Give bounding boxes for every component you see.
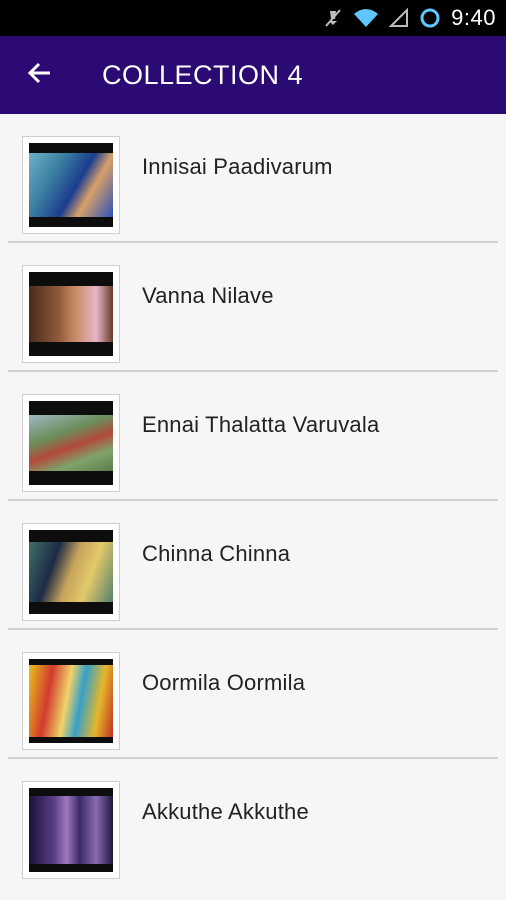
status-bar: 9:40	[0, 0, 506, 36]
song-thumbnail	[22, 136, 120, 234]
list-item[interactable]: Ennai Thalatta Varuvala	[0, 372, 506, 501]
back-button[interactable]	[24, 59, 56, 91]
song-thumbnail	[22, 394, 120, 492]
song-title: Vanna Nilave	[142, 283, 274, 308]
song-thumbnail	[22, 523, 120, 621]
page-title: COLLECTION 4	[102, 60, 304, 90]
song-title: Innisai Paadivarum	[142, 154, 333, 179]
song-thumbnail	[22, 781, 120, 879]
wifi-icon	[353, 8, 379, 28]
app-bar: COLLECTION 4	[0, 36, 506, 114]
list-item[interactable]: Akkuthe Akkuthe	[0, 759, 506, 888]
mute-icon	[323, 8, 343, 28]
song-list: Innisai Paadivarum Vanna Nilave Ennai Th…	[0, 114, 506, 888]
song-title: Oormila Oormila	[142, 670, 306, 695]
arrow-back-icon	[27, 60, 53, 91]
list-item[interactable]: Innisai Paadivarum	[0, 114, 506, 243]
signal-icon	[389, 8, 409, 28]
song-title: Chinna Chinna	[142, 541, 291, 566]
song-thumbnail	[22, 652, 120, 750]
list-item[interactable]: Chinna Chinna	[0, 501, 506, 630]
song-title: Akkuthe Akkuthe	[142, 799, 309, 824]
status-time: 9:40	[451, 5, 496, 30]
list-item[interactable]: Oormila Oormila	[0, 630, 506, 759]
list-item[interactable]: Vanna Nilave	[0, 243, 506, 372]
song-title: Ennai Thalatta Varuvala	[142, 412, 380, 437]
song-thumbnail	[22, 265, 120, 363]
sync-icon	[419, 7, 441, 29]
